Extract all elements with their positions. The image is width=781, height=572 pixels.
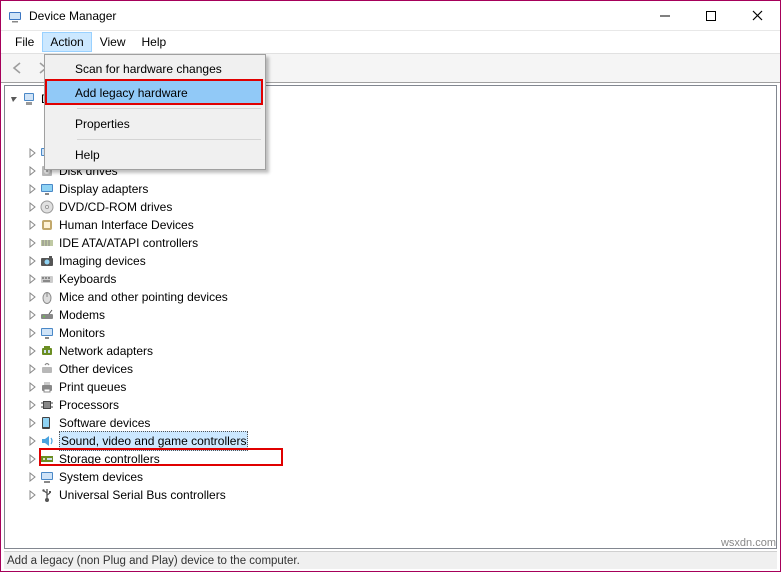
processor-icon — [39, 397, 55, 413]
other-icon — [39, 361, 55, 377]
expand-icon[interactable] — [25, 238, 39, 248]
tree-item-label: Modems — [59, 306, 105, 324]
tree-item[interactable]: Monitors — [5, 324, 776, 342]
computer-icon — [21, 91, 37, 107]
tree-item[interactable]: Print queues — [5, 378, 776, 396]
menu-scan-hardware[interactable]: Scan for hardware changes — [47, 57, 263, 81]
expand-icon[interactable] — [25, 436, 39, 446]
tree-item-label: Imaging devices — [59, 252, 146, 270]
action-dropdown: Scan for hardware changes Add legacy har… — [44, 54, 266, 170]
titlebar: Device Manager — [1, 1, 780, 31]
imaging-icon — [39, 253, 55, 269]
software-icon — [39, 415, 55, 431]
menu-view[interactable]: View — [92, 32, 134, 52]
hid-icon — [39, 217, 55, 233]
tree-item-label: Universal Serial Bus controllers — [59, 486, 226, 504]
tree-item-label: Sound, video and game controllers — [59, 431, 248, 451]
expand-icon[interactable] — [25, 400, 39, 410]
monitor-icon — [39, 325, 55, 341]
tree-item-label: DVD/CD-ROM drives — [59, 198, 172, 216]
tree-item-label: Monitors — [59, 324, 105, 342]
tree-item[interactable]: Network adapters — [5, 342, 776, 360]
dvd-icon — [39, 199, 55, 215]
window-controls — [642, 1, 780, 30]
status-text: Add a legacy (non Plug and Play) device … — [7, 555, 300, 567]
app-icon — [7, 8, 23, 24]
network-icon — [39, 343, 55, 359]
menu-properties[interactable]: Properties — [47, 112, 263, 136]
storage-icon — [39, 451, 55, 467]
tree-item[interactable]: Processors — [5, 396, 776, 414]
tree-item[interactable]: Display adapters — [5, 180, 776, 198]
tree-item-label: Keyboards — [59, 270, 116, 288]
expand-icon[interactable] — [25, 202, 39, 212]
maximize-button[interactable] — [688, 1, 734, 30]
statusbar: Add a legacy (non Plug and Play) device … — [4, 551, 777, 569]
modem-icon — [39, 307, 55, 323]
tree-item[interactable]: Software devices — [5, 414, 776, 432]
menu-help[interactable]: Help — [134, 32, 175, 52]
tree-item[interactable]: Human Interface Devices — [5, 216, 776, 234]
tree-item[interactable]: Storage controllers — [5, 450, 776, 468]
tree-item[interactable]: Modems — [5, 306, 776, 324]
expand-icon[interactable] — [25, 472, 39, 482]
tree-item-label: Processors — [59, 396, 119, 414]
watermark: wsxdn.com — [721, 537, 776, 549]
tree-item[interactable]: Keyboards — [5, 270, 776, 288]
expand-icon[interactable] — [25, 184, 39, 194]
expand-icon[interactable] — [25, 310, 39, 320]
tree-item[interactable]: Other devices — [5, 360, 776, 378]
tree-item-label: Other devices — [59, 360, 133, 378]
expand-icon[interactable] — [25, 382, 39, 392]
minimize-button[interactable] — [642, 1, 688, 30]
expand-icon[interactable] — [25, 166, 39, 176]
printer-icon — [39, 379, 55, 395]
expand-icon[interactable] — [25, 490, 39, 500]
menu-file[interactable]: File — [7, 32, 42, 52]
window-title: Device Manager — [29, 9, 642, 23]
tree-item[interactable]: Universal Serial Bus controllers — [5, 486, 776, 504]
tree-item-label: Print queues — [59, 378, 126, 396]
expand-icon[interactable] — [25, 418, 39, 428]
display-icon — [39, 181, 55, 197]
expand-icon[interactable] — [25, 328, 39, 338]
tree-item-label: Network adapters — [59, 342, 153, 360]
tree-item-label: Mice and other pointing devices — [59, 288, 228, 306]
expand-icon[interactable] — [25, 454, 39, 464]
expand-icon[interactable] — [25, 364, 39, 374]
expand-icon[interactable] — [25, 148, 39, 158]
usb-icon — [39, 487, 55, 503]
expand-icon[interactable] — [25, 346, 39, 356]
expand-icon[interactable] — [7, 94, 21, 104]
expand-icon[interactable] — [25, 220, 39, 230]
tree-item-label: System devices — [59, 468, 143, 486]
back-button[interactable] — [7, 57, 29, 79]
tree-item[interactable]: Mice and other pointing devices — [5, 288, 776, 306]
menu-add-legacy-hardware[interactable]: Add legacy hardware — [47, 81, 263, 105]
menu-separator — [77, 108, 261, 109]
tree-item-label: Human Interface Devices — [59, 216, 194, 234]
tree-item-label: Display adapters — [59, 180, 148, 198]
keyboard-icon — [39, 271, 55, 287]
ide-icon — [39, 235, 55, 251]
tree-item[interactable]: DVD/CD-ROM drives — [5, 198, 776, 216]
expand-icon[interactable] — [25, 292, 39, 302]
menu-action[interactable]: Action — [42, 32, 91, 52]
close-button[interactable] — [734, 1, 780, 30]
tree-item[interactable]: IDE ATA/ATAPI controllers — [5, 234, 776, 252]
tree-item[interactable]: Sound, video and game controllers — [5, 432, 776, 450]
expand-icon[interactable] — [25, 256, 39, 266]
menu-separator — [77, 139, 261, 140]
expand-icon[interactable] — [25, 274, 39, 284]
mouse-icon — [39, 289, 55, 305]
menubar: File Action View Help — [1, 31, 780, 53]
sound-icon — [39, 433, 55, 449]
menu-help-item[interactable]: Help — [47, 143, 263, 167]
system-icon — [39, 469, 55, 485]
tree-item[interactable]: Imaging devices — [5, 252, 776, 270]
tree-item-label: Software devices — [59, 414, 150, 432]
tree-item[interactable]: System devices — [5, 468, 776, 486]
tree-item-label: IDE ATA/ATAPI controllers — [59, 234, 198, 252]
tree-item-label: Storage controllers — [59, 450, 160, 468]
